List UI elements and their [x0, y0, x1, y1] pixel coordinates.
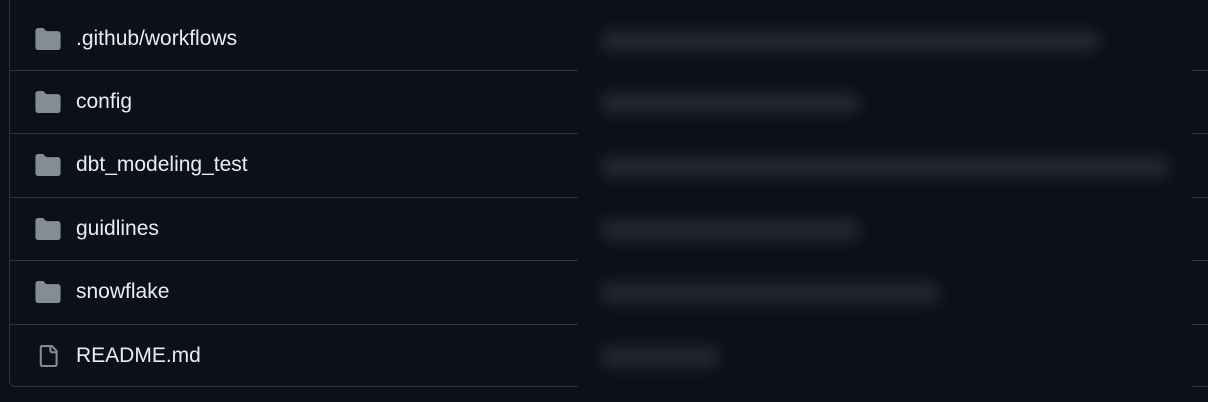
- file-row-readme[interactable]: README.md: [10, 324, 1208, 386]
- file-name[interactable]: dbt_modeling_test: [76, 153, 248, 177]
- file-row-dbt-modeling-test[interactable]: dbt_modeling_test: [10, 133, 1208, 196]
- file-name[interactable]: README.md: [76, 344, 201, 368]
- file-row-guidlines[interactable]: guidlines: [10, 197, 1208, 260]
- file-name[interactable]: snowflake: [76, 280, 169, 304]
- file-row-snowflake[interactable]: snowflake: [10, 260, 1208, 323]
- file-row-config[interactable]: config: [10, 70, 1208, 133]
- file-icon: [34, 342, 62, 370]
- folder-icon: [34, 215, 62, 243]
- folder-icon: [34, 25, 62, 53]
- file-row-github-workflows[interactable]: .github/workflows: [10, 7, 1208, 70]
- folder-icon: [34, 151, 62, 179]
- file-name[interactable]: guidlines: [76, 217, 159, 241]
- file-name[interactable]: .github/workflows: [76, 27, 237, 51]
- file-list: .github/workflows config dbt_modeling_te…: [9, 0, 1208, 387]
- file-name[interactable]: config: [76, 90, 132, 114]
- folder-icon: [34, 88, 62, 116]
- folder-icon: [34, 278, 62, 306]
